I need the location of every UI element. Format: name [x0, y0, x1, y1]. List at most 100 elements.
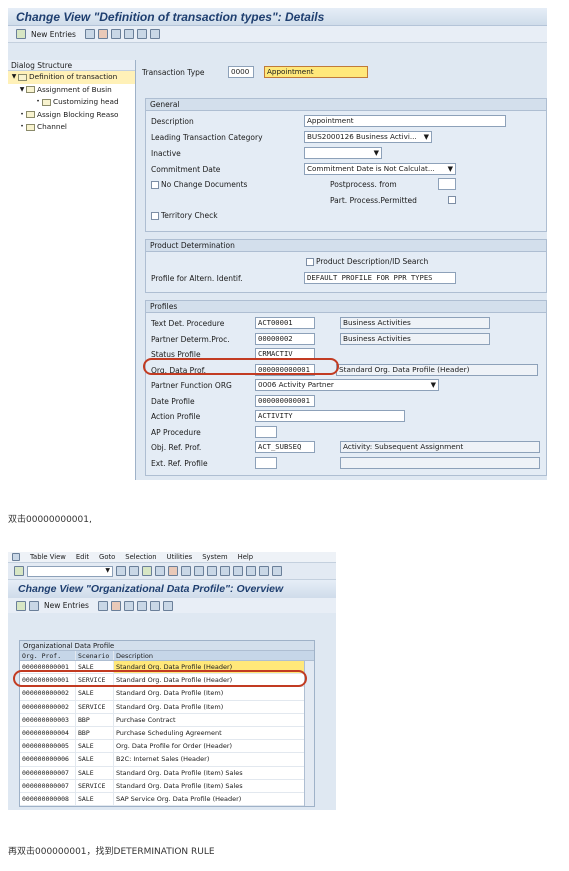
org-prof-cell[interactable]: 000000000008: [20, 792, 76, 806]
copy-icon[interactable]: [97, 600, 108, 611]
layout-icon[interactable]: [272, 566, 282, 576]
scenario-cell[interactable]: SALE: [76, 766, 114, 779]
table-row[interactable]: 000000000006 SALE B2C: Internet Sales (Hea…: [20, 753, 314, 767]
column-header-scenario[interactable]: Scenario: [76, 651, 114, 660]
dropdown-arrow-icon[interactable]: ▼: [374, 148, 379, 158]
scenario-cell[interactable]: SERVICE: [76, 700, 114, 713]
leading-category-dropdown[interactable]: BUS2000126 Business Activi... ▼: [304, 131, 432, 143]
tree-item-assignment[interactable]: ▼ Assignment of Busin: [8, 84, 135, 97]
deselect-all-icon[interactable]: [149, 29, 160, 39]
last-page-icon[interactable]: [259, 566, 269, 576]
select-block-icon[interactable]: [136, 29, 147, 39]
undo-icon[interactable]: [110, 29, 121, 39]
profile-value-field[interactable]: [255, 425, 277, 438]
table-row[interactable]: 000000000003 BBP Purchase Contract: [20, 713, 314, 727]
commitment-date-dropdown[interactable]: Commitment Date is Not Calculat... ▼: [304, 163, 456, 175]
deselect-all-icon[interactable]: [162, 600, 173, 611]
inactive-dropdown[interactable]: ▼: [304, 147, 382, 159]
find-icon[interactable]: [194, 566, 204, 576]
no-change-documents-checkbox[interactable]: [151, 181, 159, 189]
description-cell[interactable]: B2C: Internet Sales (Header): [114, 753, 314, 765]
scenario-cell[interactable]: BBP: [76, 713, 114, 726]
menu-edit[interactable]: Edit: [76, 553, 89, 561]
table-row[interactable]: 000000000007 SERVICE Standard Org. Data Pr…: [20, 779, 314, 793]
new-entries-button[interactable]: New Entries: [44, 601, 89, 610]
profile-value-field[interactable]: ACT00001: [255, 317, 315, 329]
dropdown-arrow-icon[interactable]: ▼: [424, 132, 429, 142]
table-row[interactable]: 000000000005 SALE Org. Data Profile for Or…: [20, 740, 314, 754]
select-all-icon[interactable]: [136, 600, 147, 611]
delete-icon[interactable]: [110, 600, 121, 611]
org-prof-cell[interactable]: 000000000004: [20, 726, 76, 740]
menu-goto[interactable]: Goto: [99, 553, 115, 561]
transaction-type-field[interactable]: 0000: [228, 66, 254, 78]
dropdown-arrow-icon[interactable]: ▼: [431, 380, 436, 390]
territory-check-checkbox[interactable]: [151, 212, 159, 220]
profile-value-field[interactable]: 0006 Activity Partner ▼: [255, 379, 439, 391]
description-cell[interactable]: SAP Service Org. Data Profile (Header): [114, 793, 314, 805]
scenario-cell[interactable]: SALE: [76, 687, 114, 700]
description-cell[interactable]: Standard Org. Data Profile (Item): [114, 687, 314, 699]
collapse-arrow-icon[interactable]: ▼: [10, 71, 18, 84]
select-all-icon[interactable]: [123, 29, 134, 39]
profile-value-field[interactable]: 00000002: [255, 332, 315, 345]
enter-icon[interactable]: [14, 566, 24, 576]
save-icon[interactable]: [129, 566, 139, 576]
new-entries-button[interactable]: New Entries: [31, 30, 76, 39]
description-cell[interactable]: Purchase Contract: [114, 714, 314, 726]
menu-help[interactable]: Help: [238, 553, 254, 561]
delete-icon[interactable]: [97, 29, 108, 39]
tree-item-channel[interactable]: • Channel: [8, 121, 135, 134]
org-prof-cell[interactable]: 000000000002: [20, 687, 76, 700]
first-page-icon[interactable]: [220, 566, 230, 576]
description-cell[interactable]: Purchase Scheduling Agreement: [114, 727, 314, 739]
technical-settings-icon[interactable]: [29, 600, 39, 611]
table-row[interactable]: 000000000008 SALE SAP Service Org. Data Pr…: [20, 792, 314, 807]
menu-utilities[interactable]: Utilities: [167, 553, 193, 561]
scenario-cell[interactable]: SALE: [76, 753, 114, 766]
select-block-icon[interactable]: [149, 600, 160, 611]
tree-item-definition[interactable]: ▼ Definition of transaction: [8, 71, 135, 84]
description-cell[interactable]: Standard Org. Data Profile (Item) Sales: [114, 767, 314, 779]
table-row[interactable]: 000000000007 SALE Standard Org. Data Profi…: [20, 766, 314, 780]
profile-value-field[interactable]: ACTIVITY: [255, 410, 405, 422]
table-row[interactable]: 000000000002 SERVICE Standard Org. Data Pr…: [20, 700, 314, 714]
menu-system[interactable]: System: [202, 553, 227, 561]
change-display-icon[interactable]: [16, 600, 26, 611]
print-icon[interactable]: [181, 566, 191, 576]
postprocess-field[interactable]: [438, 178, 456, 190]
dropdown-arrow-icon[interactable]: ▼: [105, 567, 110, 574]
table-row[interactable]: 000000000004 BBP Purchase Scheduling Agree…: [20, 726, 314, 741]
description-cell[interactable]: Standard Org. Data Profile (Item) Sales: [114, 780, 314, 792]
description-cell[interactable]: Standard Org. Data Profile (Item): [114, 701, 314, 713]
menu-icon[interactable]: [12, 553, 20, 561]
find-next-icon[interactable]: [207, 566, 217, 576]
previous-page-icon[interactable]: [233, 566, 243, 576]
menu-table-view[interactable]: Table View: [30, 553, 66, 561]
org-prof-cell[interactable]: 000000000003: [20, 713, 76, 726]
undo-icon[interactable]: [123, 600, 134, 611]
scenario-cell[interactable]: SALE: [76, 740, 114, 753]
command-field[interactable]: ▼: [27, 565, 113, 577]
profile-value-field[interactable]: [255, 456, 277, 469]
org-prof-cell[interactable]: 000000000007: [20, 766, 76, 779]
description-cell[interactable]: Org. Data Profile for Order (Header): [114, 740, 314, 752]
back-icon[interactable]: [142, 566, 152, 576]
part-process-checkbox[interactable]: [448, 196, 456, 204]
column-header-description[interactable]: Description: [114, 651, 314, 660]
transaction-type-description-field[interactable]: Appointment: [264, 66, 368, 78]
copy-icon[interactable]: [84, 29, 95, 39]
scenario-cell[interactable]: SERVICE: [76, 779, 114, 792]
cancel-icon[interactable]: [168, 566, 178, 576]
org-prof-cell[interactable]: 000000000005: [20, 740, 76, 753]
profile-value-field[interactable]: 000000000001: [255, 394, 315, 407]
org-prof-cell[interactable]: 000000000007: [20, 779, 76, 792]
scenario-cell[interactable]: BBP: [76, 726, 114, 740]
back-nav-icon[interactable]: [116, 566, 126, 576]
org-prof-cell[interactable]: 000000000002: [20, 700, 76, 713]
menu-selection[interactable]: Selection: [125, 553, 156, 561]
scenario-cell[interactable]: SALE: [76, 792, 114, 806]
tree-item-customizing[interactable]: • Customizing head: [8, 96, 135, 109]
profile-value-field[interactable]: ACT_SUBSEQ: [255, 441, 315, 453]
dropdown-arrow-icon[interactable]: ▼: [448, 164, 453, 174]
